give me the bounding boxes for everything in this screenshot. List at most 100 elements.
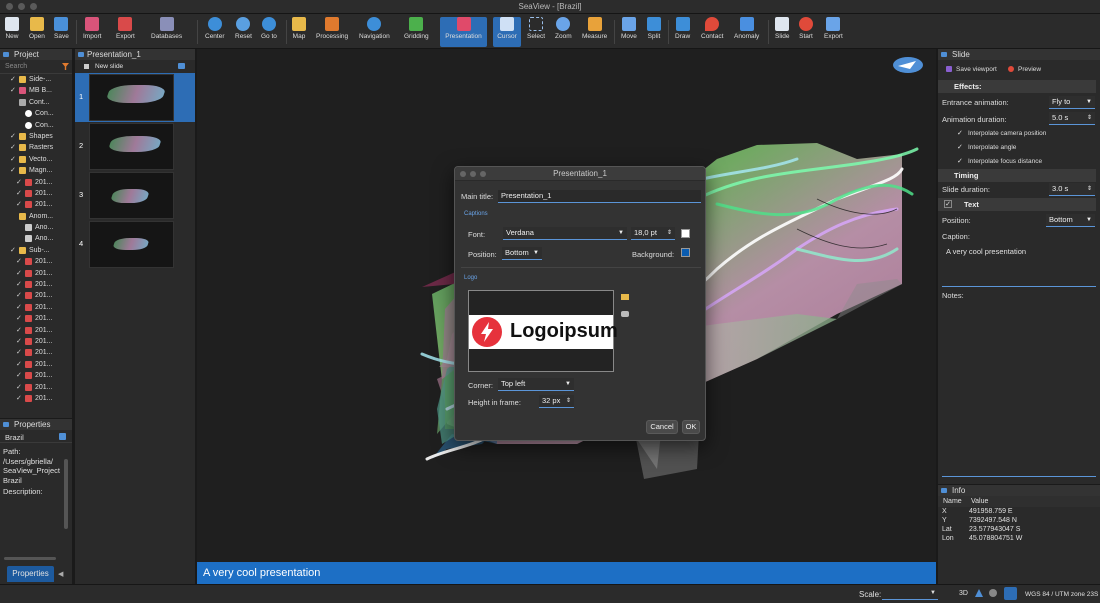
text-section-checkbox[interactable]: ✓ <box>944 200 952 208</box>
corner-select[interactable]: Top left ▼ <box>498 378 574 391</box>
presentation-button[interactable]: Presentation <box>440 17 487 47</box>
3d-mode-toggle[interactable]: 3D <box>959 590 968 597</box>
timing-section[interactable]: Timing <box>938 169 1096 182</box>
slide-button[interactable]: Slide <box>775 17 789 47</box>
properties-tab[interactable]: Properties <box>7 566 54 582</box>
tree-item[interactable]: Anom... <box>0 211 72 222</box>
cancel-button[interactable]: Cancel <box>646 420 678 434</box>
position-select[interactable]: Bottom ▼ <box>502 247 542 260</box>
save-button[interactable]: Save <box>54 17 69 47</box>
tree-item[interactable]: ✓ 201... <box>0 336 72 347</box>
new-button[interactable]: New <box>5 17 19 47</box>
tree-item[interactable]: ✓ 201... <box>0 279 72 290</box>
tree-item[interactable]: ✓ 201... <box>0 382 72 393</box>
visibility-checkbox[interactable]: ✓ <box>16 201 23 208</box>
tree-item[interactable]: ✓ 201... <box>0 268 72 279</box>
processing-button[interactable]: Processing <box>316 17 348 47</box>
tree-item[interactable]: ✓ 201... <box>0 370 72 381</box>
anomaly-button[interactable]: Anomaly <box>734 17 759 47</box>
export-button[interactable]: Export <box>116 17 135 47</box>
text-section[interactable]: Text <box>938 198 1096 211</box>
gridding-button[interactable]: Gridding <box>404 17 429 47</box>
visibility-checkbox[interactable]: ✓ <box>16 258 23 265</box>
tree-item[interactable]: ✓ 201... <box>0 325 72 336</box>
preview-button[interactable]: Preview <box>1018 66 1041 73</box>
visibility-checkbox[interactable]: ✓ <box>16 349 23 356</box>
visibility-checkbox[interactable]: ✓ <box>16 179 23 186</box>
folder-icon[interactable] <box>621 294 629 300</box>
visibility-checkbox[interactable]: ✓ <box>16 292 23 299</box>
slide-thumbnail[interactable]: 4 <box>75 220 195 269</box>
interp-focus-checkbox[interactable]: ✓ <box>957 158 964 165</box>
interp-camera-checkbox[interactable]: ✓ <box>957 130 964 137</box>
tree-item[interactable]: Con... <box>0 108 72 119</box>
project-search[interactable]: Search <box>0 60 72 74</box>
tree-item[interactable]: ✓ 201... <box>0 256 72 267</box>
scale-select[interactable]: ▼ <box>882 589 938 600</box>
dialog-window-controls[interactable] <box>460 171 486 177</box>
effects-section[interactable]: Effects: <box>938 80 1096 93</box>
tree-item[interactable]: ✓ 201... <box>0 302 72 313</box>
visibility-checkbox[interactable]: ✓ <box>10 167 17 174</box>
properties-scrollbar[interactable] <box>64 459 68 529</box>
visibility-checkbox[interactable] <box>10 99 17 106</box>
visibility-checkbox[interactable]: ✓ <box>16 372 23 379</box>
tree-item[interactable]: ✓ 201... <box>0 347 72 358</box>
visibility-checkbox[interactable]: ✓ <box>10 247 17 254</box>
visibility-checkbox[interactable]: ✓ <box>16 281 23 288</box>
visibility-checkbox[interactable] <box>16 235 23 242</box>
tree-item[interactable]: ✓ Rasters <box>0 142 72 153</box>
visibility-checkbox[interactable]: ✓ <box>16 361 23 368</box>
slide-thumbnail[interactable]: 1 <box>75 73 195 122</box>
background-color-swatch[interactable] <box>681 248 690 257</box>
new-slide-button[interactable]: New slide <box>95 63 123 70</box>
tree-item[interactable]: ✓ MB B... <box>0 85 72 96</box>
visibility-checkbox[interactable]: ✓ <box>10 156 17 163</box>
visibility-checkbox[interactable]: ✓ <box>10 87 17 94</box>
entrance-animation-select[interactable]: Fly to ▼ <box>1049 96 1095 109</box>
export-presentation-button[interactable]: Export <box>824 17 843 47</box>
split-button[interactable]: Split <box>647 17 661 47</box>
databases-button[interactable]: Databases <box>151 17 182 47</box>
layers-icon[interactable] <box>1004 587 1017 600</box>
visibility-checkbox[interactable]: ✓ <box>16 338 23 345</box>
visibility-checkbox[interactable]: ✓ <box>10 76 17 83</box>
draw-button[interactable]: Draw <box>675 17 690 47</box>
visibility-checkbox[interactable] <box>16 224 23 231</box>
tree-item[interactable]: ✓ Side-... <box>0 74 72 85</box>
globe-icon[interactable] <box>989 589 997 597</box>
visibility-checkbox[interactable]: ✓ <box>16 395 23 402</box>
tree-item[interactable]: ✓ 201... <box>0 188 72 199</box>
caption-textarea[interactable]: A very cool presentation <box>942 243 1096 287</box>
open-button[interactable]: Open <box>29 17 45 47</box>
map-button[interactable]: Map <box>292 17 306 47</box>
slide-options-icon[interactable] <box>178 63 185 69</box>
tree-item[interactable]: ✓ 201... <box>0 313 72 324</box>
save-viewport-button[interactable]: Save viewport <box>956 66 997 73</box>
visibility-checkbox[interactable]: ✓ <box>16 315 23 322</box>
visibility-checkbox[interactable] <box>16 110 23 117</box>
tree-item[interactable]: Ano... <box>0 233 72 244</box>
import-button[interactable]: Import <box>83 17 101 47</box>
font-color-swatch[interactable] <box>681 229 690 238</box>
presentation-tab[interactable]: Presentation_1 <box>75 49 195 60</box>
measure-button[interactable]: Measure <box>582 17 607 47</box>
interp-angle-checkbox[interactable]: ✓ <box>957 144 964 151</box>
terrain-icon[interactable] <box>975 589 983 597</box>
tree-item[interactable]: Ano... <box>0 222 72 233</box>
tree-item[interactable]: ✓ 201... <box>0 177 72 188</box>
tree-item[interactable]: ✓ Shapes <box>0 131 72 142</box>
properties-hscrollbar[interactable] <box>4 557 56 560</box>
font-select[interactable]: Verdana ▼ <box>503 227 627 240</box>
reset-button[interactable]: Reset <box>235 17 252 47</box>
edit-icon[interactable] <box>59 433 66 440</box>
visibility-checkbox[interactable]: ✓ <box>10 144 17 151</box>
filter-icon[interactable] <box>62 63 69 70</box>
start-button[interactable]: Start <box>799 17 813 47</box>
tree-item[interactable]: ✓ 201... <box>0 199 72 210</box>
cursor-button[interactable]: Cursor <box>493 17 521 47</box>
visibility-checkbox[interactable] <box>16 122 23 129</box>
visibility-checkbox[interactable]: ✓ <box>10 133 17 140</box>
visibility-checkbox[interactable]: ✓ <box>16 384 23 391</box>
notes-textarea[interactable] <box>942 301 1096 477</box>
